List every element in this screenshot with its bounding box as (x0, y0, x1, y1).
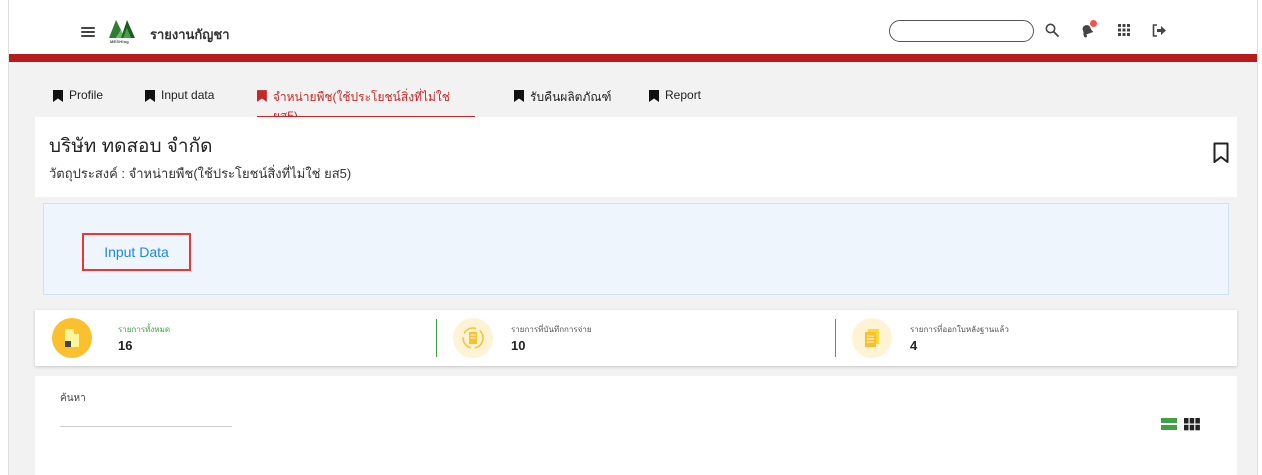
input-data-panel: Input Data (43, 203, 1229, 295)
tab-label: Report (665, 88, 702, 102)
app-title: รายงานกัญชา (150, 27, 230, 42)
menu-icon[interactable] (81, 27, 95, 37)
bookmark-outline-icon[interactable] (1213, 142, 1229, 164)
logo-text: MESHlog (110, 39, 129, 44)
stat-label: รายการที่ออกใบหลังฐานแล้ว (910, 325, 1009, 334)
bell-icon[interactable] (1077, 20, 1097, 40)
stat-value: 10 (511, 338, 526, 353)
tab-report[interactable]: Report (649, 88, 701, 118)
bookmark-icon (257, 90, 267, 102)
tab-label: Input data (161, 88, 215, 102)
top-bar: MESHlog รายงานกัญชา (9, 0, 1257, 54)
company-purpose: วัตถุประสงค์ : จำหน่ายพืช(ใช้ประโยชน์สิ่… (49, 166, 352, 181)
input-data-link[interactable]: Input Data (82, 233, 191, 271)
tab-bar: Profile Input data จำหน่ายพืช(ใช้ประโยชน… (9, 88, 1257, 123)
tab-profile[interactable]: Profile (53, 88, 103, 118)
bookmark-icon (53, 90, 63, 102)
copy-document-icon (852, 318, 892, 358)
bookmark-icon (649, 90, 659, 102)
notification-dot (1090, 20, 1097, 27)
search-input[interactable] (60, 410, 232, 427)
grid-view-icon[interactable] (1184, 418, 1200, 431)
sync-document-icon (453, 318, 493, 358)
app-frame: MESHlog รายงานกัญชา Profile Input data จ… (8, 0, 1258, 475)
stat-payment-recorded: รายการที่บันทึกการจ่าย 10 (437, 310, 835, 366)
company-card: บริษัท ทดสอบ จำกัด วัตถุประสงค์ : จำหน่า… (35, 117, 1237, 197)
bookmark-icon (145, 90, 155, 102)
document-icon (52, 318, 92, 358)
company-name: บริษัท ทดสอบ จำกัด (49, 136, 213, 157)
stat-value: 16 (118, 338, 133, 353)
stat-total: รายการทั้งหมด 16 (35, 310, 435, 366)
tab-input-data[interactable]: Input data (145, 88, 214, 118)
tab-sell-plants[interactable]: จำหน่ายพืช(ใช้ประโยชน์สิ่งที่ไม่ใช่ ยส5) (257, 88, 475, 123)
search-section: ค้นหา (35, 376, 1237, 475)
tab-label: รับคืนผลิตภัณฑ์ (530, 90, 612, 104)
header-search-input[interactable] (889, 20, 1034, 42)
tab-label: Profile (69, 88, 104, 102)
apps-grid-icon[interactable] (1114, 20, 1134, 40)
stat-certificate-issued: รายการที่ออกใบหลังฐานแล้ว 4 (836, 310, 1237, 366)
logout-icon[interactable] (1149, 20, 1169, 40)
stat-label: รายการที่บันทึกการจ่าย (511, 325, 592, 334)
tab-product-return[interactable]: รับคืนผลิตภัณฑ์ (514, 88, 611, 118)
stat-label: รายการทั้งหมด (118, 325, 171, 334)
stats-bar: รายการทั้งหมด 16 รายการที่บันทึกการจ่าย … (35, 310, 1237, 366)
search-icon[interactable] (1042, 20, 1062, 40)
list-view-icon[interactable] (1161, 418, 1177, 431)
header-accent-bar (9, 54, 1257, 62)
bookmark-icon (514, 90, 524, 102)
stat-value: 4 (910, 338, 918, 353)
search-label: ค้นหา (60, 393, 86, 404)
